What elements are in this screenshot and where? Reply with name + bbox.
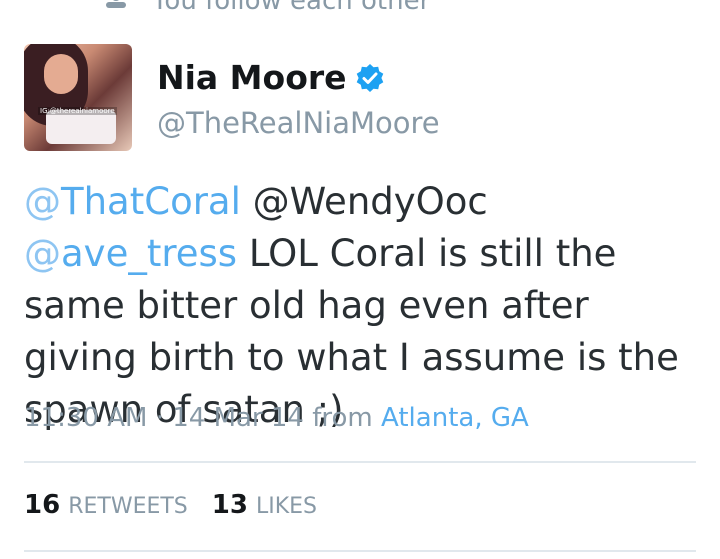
mention-link[interactable]: @ThatCoral <box>24 180 241 223</box>
likes-count[interactable]: 13 <box>212 490 248 520</box>
from-label: from <box>312 403 373 433</box>
tweet-meta: 11:30 AM · 14 Mar 14 from Atlanta, GA <box>24 400 529 436</box>
mention-text: @WendyOoc <box>252 180 488 223</box>
name-row: Nia Moore <box>157 58 385 98</box>
tweet-time[interactable]: 11:30 AM <box>24 403 147 433</box>
mention-link[interactable]: @ave_tress <box>24 232 237 275</box>
avatar-watermark: IG:@therealniamoore <box>38 107 117 115</box>
retweets-label[interactable]: RETWEETS <box>68 494 188 519</box>
user-handle[interactable]: @TheRealNiaMoore <box>157 104 440 142</box>
divider <box>24 461 696 463</box>
divider <box>24 550 696 552</box>
avatar[interactable]: IG:@therealniamoore <box>24 44 132 151</box>
tweet-date[interactable]: 14 Mar 14 <box>172 403 304 433</box>
person-icon <box>106 0 126 8</box>
tweet-text: @ThatCoral @WendyOoc @ave_tress LOL Cora… <box>24 176 704 436</box>
display-name[interactable]: Nia Moore <box>157 58 347 98</box>
retweets-count[interactable]: 16 <box>24 490 60 520</box>
meta-separator: · <box>155 403 164 433</box>
social-context-text: You follow each other <box>152 0 431 16</box>
verified-badge-icon <box>356 64 383 92</box>
tweet-stats: 16 RETWEETS 13 LIKES <box>24 490 317 520</box>
location-link[interactable]: Atlanta, GA <box>381 403 529 433</box>
likes-label[interactable]: LIKES <box>256 494 317 519</box>
